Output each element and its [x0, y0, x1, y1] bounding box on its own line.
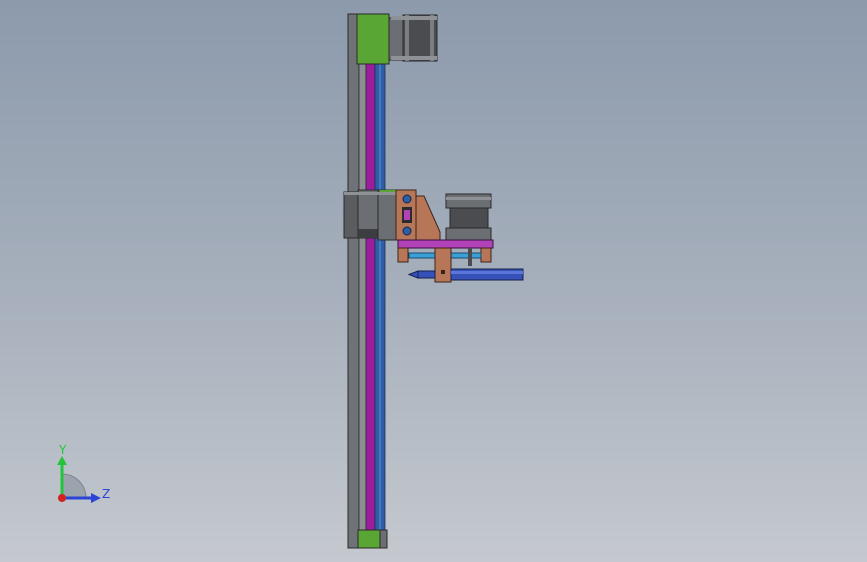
stopper-post: [468, 248, 472, 266]
x-axis-dot: [58, 494, 66, 502]
z-axis-arrow: [91, 493, 101, 503]
top-motor-assembly[interactable]: [356, 13, 438, 65]
carriage-motor-base: [358, 229, 378, 238]
y-axis-label: Y: [59, 443, 67, 457]
bottom-end-block: [357, 529, 381, 549]
platform-motor-assembly[interactable]: [445, 193, 492, 243]
coordinate-triad: Y Z: [52, 438, 122, 512]
top-motor-endcap: [430, 15, 434, 61]
platform-motor-top: [445, 193, 492, 209]
carriage-assembly[interactable]: [343, 189, 397, 241]
linear-module-vertical[interactable]: [347, 13, 386, 549]
top-motor-edge-top: [391, 16, 437, 20]
cylinder-highlight: [451, 271, 523, 274]
bracket-gusset: [415, 195, 441, 241]
rail-purple-strip: [365, 61, 376, 531]
bottom-end-assembly[interactable]: [357, 529, 388, 549]
bottom-end-cap: [379, 529, 388, 549]
platform-left-foot: [397, 247, 409, 263]
cylinder-tip: [407, 270, 419, 279]
platform-slider: [434, 247, 452, 283]
bracket-bolt-bottom: [402, 226, 412, 236]
cylinder-barrel: [450, 268, 524, 281]
carriage-block: [377, 189, 397, 241]
cylinder-assembly[interactable]: [407, 268, 524, 281]
carriage-top-edge: [344, 192, 396, 195]
carriage-motor-body: [343, 191, 359, 239]
y-axis-arrow: [57, 456, 67, 465]
triad-quarter-disc: [61, 473, 87, 499]
platform-right-foot: [480, 247, 492, 263]
top-motor-edge-bottom: [391, 56, 437, 60]
rail-frame-inner: [358, 13, 367, 549]
platform-motor-edge: [446, 197, 491, 200]
rail-frame: [347, 13, 360, 549]
bracket-bolt-top: [402, 194, 412, 204]
cylinder-rod: [417, 270, 436, 279]
top-end-block: [356, 13, 390, 65]
bracket-assembly[interactable]: [395, 189, 441, 241]
model-view[interactable]: [0, 0, 867, 562]
z-axis-label: Z: [102, 487, 111, 501]
slider-screw: [441, 270, 445, 274]
graphics-viewport[interactable]: Y Z: [0, 0, 867, 562]
bracket-slot-pin: [404, 210, 410, 220]
platform-motor-body: [449, 207, 489, 231]
top-motor-coupler: [388, 17, 404, 61]
platform-plate: [397, 239, 494, 249]
top-motor-flange: [405, 15, 409, 61]
